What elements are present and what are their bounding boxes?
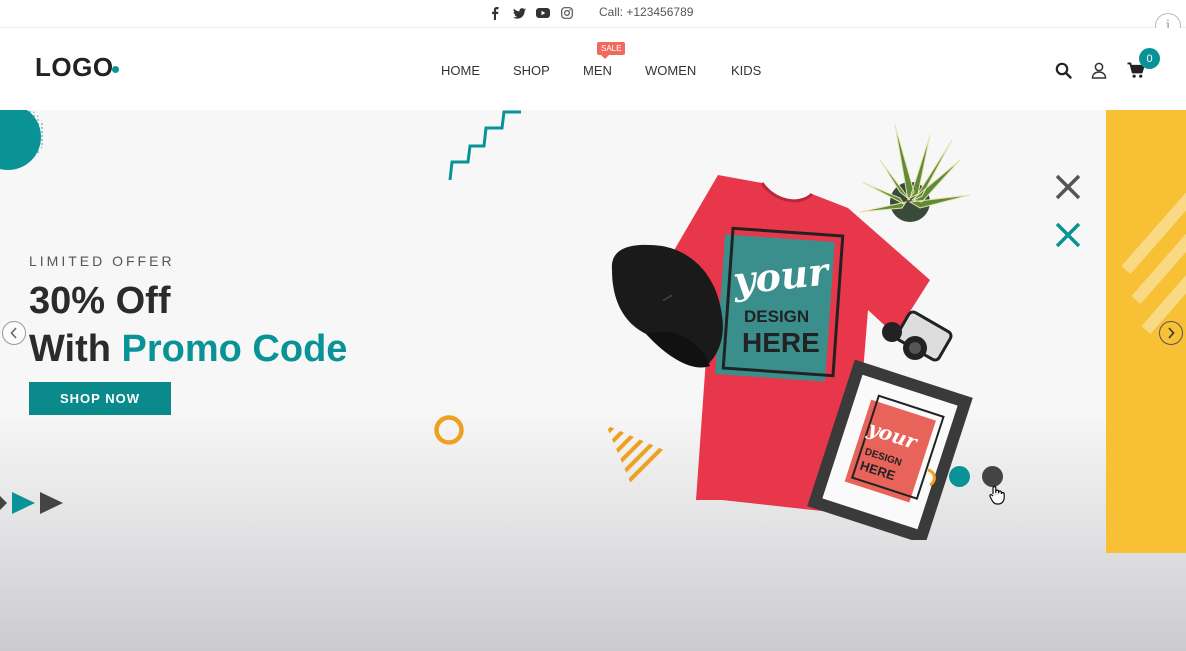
social-links [488,6,574,20]
top-bar: Call: +123456789 [0,0,1186,28]
hero-title-line2: With Promo Code [29,328,347,371]
call-number: Call: +123456789 [599,5,694,19]
chevron-left-icon [10,327,17,339]
zigzag-decoration [448,110,521,181]
plant-icon [859,124,971,222]
prev-slide-button[interactable] [2,321,26,345]
youtube-icon[interactable] [536,6,550,20]
logo[interactable]: LOGO [35,52,114,83]
x-decoration [1055,174,1081,248]
striped-triangle-decoration [606,425,664,505]
ring-decoration [434,415,464,445]
nav-men[interactable]: MEN [583,63,612,78]
hero-slider: LIMITED OFFER 30% Off With Promo Code SH… [0,110,1186,651]
instagram-icon[interactable] [560,6,574,20]
hero-title-accent: Promo Code [121,328,348,370]
next-slide-button[interactable] [1159,321,1183,345]
hero-title-prefix: With [29,328,122,370]
triangles-decoration [0,492,63,514]
nav-shop[interactable]: SHOP [513,63,550,78]
logo-dot [112,66,119,73]
nav-women[interactable]: WOMEN [645,63,696,78]
chevron-right-icon [1168,327,1175,339]
slide-dot-2[interactable] [982,466,1003,487]
nav-kids[interactable]: KIDS [731,63,761,78]
twitter-icon[interactable] [512,6,526,20]
nav-home[interactable]: HOME [441,63,480,78]
hand-cursor-icon [989,486,1005,505]
product-image: your DESIGN HERE ◦◦◦◦◦ your DESIGN HERE [606,124,973,540]
slide-dot-1[interactable] [949,466,970,487]
tshirt-print-line1: DESIGN [744,307,809,326]
hero-title-line1: 30% Off [29,280,171,322]
site-header: LOGO HOME SHOP MEN SALE WOMEN KIDS 0 [0,28,1186,110]
sale-badge: SALE [597,42,626,59]
shop-now-button[interactable]: SHOP NOW [29,382,171,415]
cart-count-badge: 0 [1139,48,1160,69]
limited-offer-label: LIMITED OFFER [29,253,175,269]
facebook-icon[interactable] [488,6,502,20]
halftone-circle-decoration [0,110,45,170]
tshirt-print-line2: HERE [742,327,820,358]
user-icon[interactable] [1090,61,1108,79]
search-icon[interactable] [1054,61,1072,79]
